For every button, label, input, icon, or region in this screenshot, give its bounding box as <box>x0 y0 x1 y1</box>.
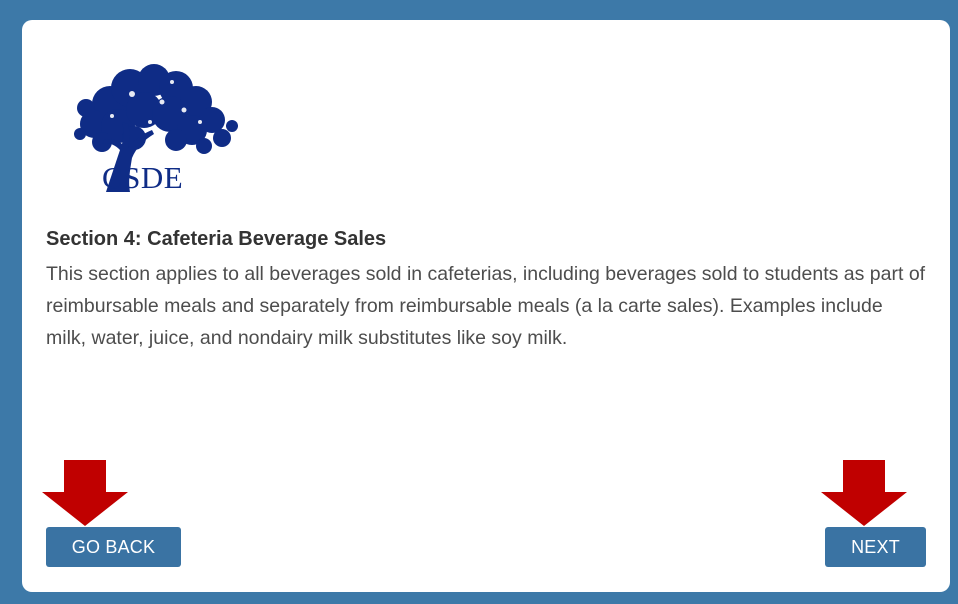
section-description: This section applies to all beverages so… <box>46 263 926 349</box>
section-title: Section 4: Cafeteria Beverage Sales <box>46 228 387 250</box>
arrow-down-icon <box>42 460 128 526</box>
logo-text: CSDE <box>102 160 184 195</box>
go-back-button[interactable]: GO BACK <box>46 527 181 567</box>
csde-logo: CSDE <box>72 64 242 196</box>
next-button[interactable]: NEXT <box>825 527 926 567</box>
content-card: CSDE Section 4: Cafeteria Beverage Sales… <box>22 20 950 592</box>
section-content: Section 4: Cafeteria Beverage Sales This… <box>46 226 926 354</box>
arrow-down-icon <box>821 460 907 526</box>
